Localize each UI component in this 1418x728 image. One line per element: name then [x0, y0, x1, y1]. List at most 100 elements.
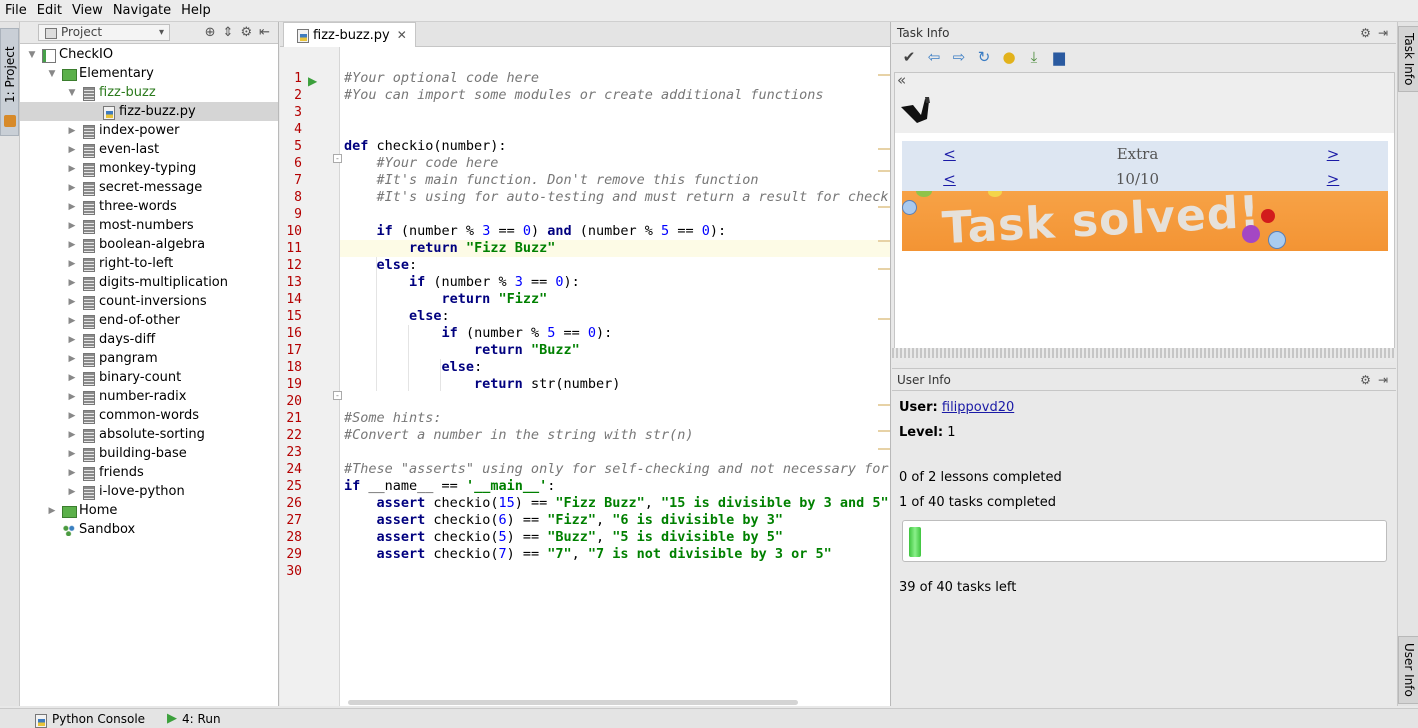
- scroll-marker[interactable]: [878, 268, 890, 270]
- scroll-marker[interactable]: [878, 206, 890, 208]
- refresh-icon[interactable]: ↻: [975, 48, 993, 66]
- next-category-link[interactable]: >: [1278, 145, 1388, 163]
- scroll-marker[interactable]: [878, 170, 890, 172]
- chevron-right-icon[interactable]: ▶: [66, 202, 78, 212]
- tree-item[interactable]: ▼ Elementary: [20, 64, 278, 83]
- collapse-icon[interactable]: «: [897, 71, 906, 89]
- tree-item[interactable]: Sandbox: [20, 520, 278, 539]
- download-icon[interactable]: ⤓: [1025, 48, 1043, 66]
- tree-item[interactable]: ▶ most-numbers: [20, 216, 278, 235]
- code-line[interactable]: #You can import some modules or create a…: [340, 87, 890, 104]
- code-line[interactable]: [340, 393, 890, 410]
- code-line[interactable]: #Convert a number in the string with str…: [340, 427, 890, 444]
- code-line[interactable]: if (number % 5 == 0):: [340, 325, 890, 342]
- run-gutter-icon[interactable]: ▶: [308, 74, 317, 88]
- chevron-right-icon[interactable]: ▶: [66, 221, 78, 231]
- menu-navigate[interactable]: Navigate: [108, 0, 176, 22]
- code-line[interactable]: [340, 121, 890, 138]
- chevron-right-icon[interactable]: ▶: [66, 449, 78, 459]
- chevron-right-icon[interactable]: ▶: [66, 316, 78, 326]
- chevron-right-icon[interactable]: ▶: [66, 335, 78, 345]
- tree-item[interactable]: ▶ absolute-sorting: [20, 425, 278, 444]
- tree-item[interactable]: ▶ three-words: [20, 197, 278, 216]
- scroll-marker[interactable]: [878, 404, 890, 406]
- menu-file[interactable]: File: [0, 0, 32, 22]
- check-icon[interactable]: ✔: [900, 48, 918, 66]
- chevron-right-icon[interactable]: ▶: [66, 297, 78, 307]
- gear-icon[interactable]: ⚙: [240, 25, 252, 40]
- code-line[interactable]: else:: [340, 257, 890, 274]
- code-line[interactable]: else:: [340, 308, 890, 325]
- prev-task-link[interactable]: <: [902, 170, 997, 188]
- chevron-right-icon[interactable]: ▶: [66, 354, 78, 364]
- tree-item[interactable]: ▶ right-to-left: [20, 254, 278, 273]
- tree-item[interactable]: ▼ CheckIO: [20, 45, 278, 64]
- close-icon[interactable]: ✕: [397, 28, 407, 42]
- tree-item[interactable]: ▶ building-base: [20, 444, 278, 463]
- chevron-right-icon[interactable]: ▶: [66, 468, 78, 478]
- code-line[interactable]: #These "asserts" using only for self-che…: [340, 461, 890, 478]
- code-line[interactable]: #It's using for auto-testing and must re…: [340, 189, 890, 206]
- prev-category-link[interactable]: <: [902, 145, 997, 163]
- code-line[interactable]: assert checkio(6) == "Fizz", "6 is divis…: [340, 512, 890, 529]
- tree-item[interactable]: ▶ pangram: [20, 349, 278, 368]
- scroll-marker[interactable]: [878, 148, 890, 150]
- code-line[interactable]: return "Fizz Buzz": [340, 240, 890, 257]
- chevron-right-icon[interactable]: ▶: [66, 126, 78, 136]
- code-line[interactable]: else:: [340, 359, 890, 376]
- chevron-right-icon[interactable]: ▶: [66, 164, 78, 174]
- chevron-right-icon[interactable]: ▶: [66, 430, 78, 440]
- code-line[interactable]: if __name__ == '__main__':: [340, 478, 890, 495]
- gear-icon[interactable]: ⚙: [1360, 26, 1371, 40]
- code-line[interactable]: [340, 104, 890, 121]
- locate-icon[interactable]: ⊕: [205, 25, 216, 40]
- code-area[interactable]: #Your optional code here #You can import …: [340, 47, 890, 706]
- chevron-right-icon[interactable]: ▶: [66, 145, 78, 155]
- tree-item[interactable]: ▶ digits-multiplication: [20, 273, 278, 292]
- chevron-down-icon[interactable]: ▼: [66, 88, 78, 98]
- prev-icon[interactable]: ⇦: [925, 48, 943, 66]
- tab-fizz-buzz-py[interactable]: fizz-buzz.py ✕: [283, 22, 416, 47]
- chevron-down-icon[interactable]: ▼: [46, 69, 58, 79]
- code-line[interactable]: #Your optional code here: [340, 70, 890, 87]
- tree-item[interactable]: ▶ binary-count: [20, 368, 278, 387]
- code-line[interactable]: return str(number): [340, 376, 890, 393]
- code-line[interactable]: #Your code here: [340, 155, 890, 172]
- code-line[interactable]: assert checkio(15) == "Fizz Buzz", "15 i…: [340, 495, 890, 512]
- chevron-right-icon[interactable]: ▶: [66, 392, 78, 402]
- code-line[interactable]: assert checkio(5) == "Buzz", "5 is divis…: [340, 529, 890, 546]
- next-task-link[interactable]: >: [1278, 170, 1388, 188]
- code-line[interactable]: #Some hints:: [340, 410, 890, 427]
- scroll-marker[interactable]: [878, 240, 890, 242]
- python-console-button[interactable]: Python Console: [30, 712, 145, 728]
- code-line[interactable]: if (number % 3 == 0) and (number % 5 == …: [340, 223, 890, 240]
- chevron-right-icon[interactable]: ▶: [66, 373, 78, 383]
- horizontal-scrollbar[interactable]: [348, 700, 798, 705]
- tree-item[interactable]: ▶ friends: [20, 463, 278, 482]
- chevron-right-icon[interactable]: ▶: [66, 411, 78, 421]
- code-line[interactable]: [340, 563, 890, 580]
- tree-item[interactable]: fizz-buzz.py: [20, 102, 278, 121]
- chevron-right-icon[interactable]: ▶: [66, 278, 78, 288]
- tree-item[interactable]: ▶ common-words: [20, 406, 278, 425]
- code-line[interactable]: assert checkio(7) == "7", "7 is not divi…: [340, 546, 890, 563]
- hint-icon[interactable]: ●: [1000, 48, 1018, 66]
- scroll-marker[interactable]: [878, 74, 890, 76]
- menu-help[interactable]: Help: [176, 0, 216, 22]
- tree-item[interactable]: ▶ monkey-typing: [20, 159, 278, 178]
- tab-user-info[interactable]: User Info: [1398, 636, 1418, 704]
- tree-item[interactable]: ▶ number-radix: [20, 387, 278, 406]
- code-line[interactable]: return "Buzz": [340, 342, 890, 359]
- scroll-marker[interactable]: [878, 448, 890, 450]
- chevron-down-icon[interactable]: ▼: [26, 50, 38, 60]
- chevron-right-icon[interactable]: ▶: [66, 183, 78, 193]
- tree-item[interactable]: ▶ end-of-other: [20, 311, 278, 330]
- tree-item[interactable]: ▶ days-diff: [20, 330, 278, 349]
- upload-icon[interactable]: ▆: [1050, 48, 1068, 66]
- collapse-all-icon[interactable]: ⇕: [223, 25, 234, 40]
- tree-item[interactable]: ▶ even-last: [20, 140, 278, 159]
- user-link[interactable]: filippovd20: [942, 400, 1014, 415]
- tree-item[interactable]: ▶ boolean-algebra: [20, 235, 278, 254]
- tree-item[interactable]: ▶ index-power: [20, 121, 278, 140]
- chevron-right-icon[interactable]: ▶: [66, 259, 78, 269]
